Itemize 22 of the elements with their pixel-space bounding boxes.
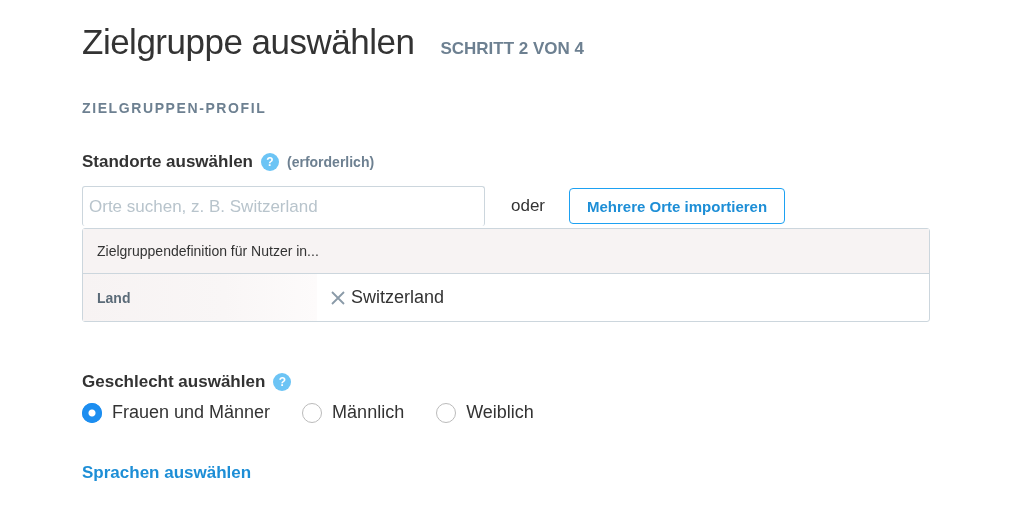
- search-field[interactable]: Orte suchen, z. B. Switzerland: [82, 186, 485, 226]
- radio-button[interactable]: [436, 402, 457, 423]
- field-label: Geschlecht auswählen: [82, 372, 266, 392]
- help-icon[interactable]: ?: [273, 373, 292, 391]
- radio-button[interactable]: [302, 402, 323, 423]
- step-indicator: SCHRITT 2 VON 4: [440, 39, 585, 59]
- section-heading: ZIELGRUPPEN-PROFIL: [82, 100, 268, 116]
- help-icon[interactable]: ?: [261, 153, 279, 171]
- location-value: Switzerland: [351, 287, 445, 308]
- import-button[interactable]: Mehrere Orte importieren: [569, 188, 786, 224]
- table-caption: Zielgruppendefinition für Nutzer in...: [83, 229, 929, 274]
- languages-link[interactable]: Sprachen auswählen: [82, 463, 252, 483]
- remove-icon[interactable]: [331, 290, 345, 305]
- field-label: Standorte auswählen: [82, 152, 253, 172]
- gender-option[interactable]: Weiblich: [436, 402, 534, 423]
- page-title: Zielgruppe auswählen: [82, 22, 415, 62]
- or-text: oder: [511, 196, 546, 216]
- radio-button[interactable]: [82, 402, 102, 423]
- table-cell: Land: [83, 274, 317, 321]
- gender-option[interactable]: Männlich: [302, 402, 405, 423]
- gender-option[interactable]: Frauen und Männer: [82, 402, 271, 423]
- required-note: (erforderlich): [287, 154, 375, 170]
